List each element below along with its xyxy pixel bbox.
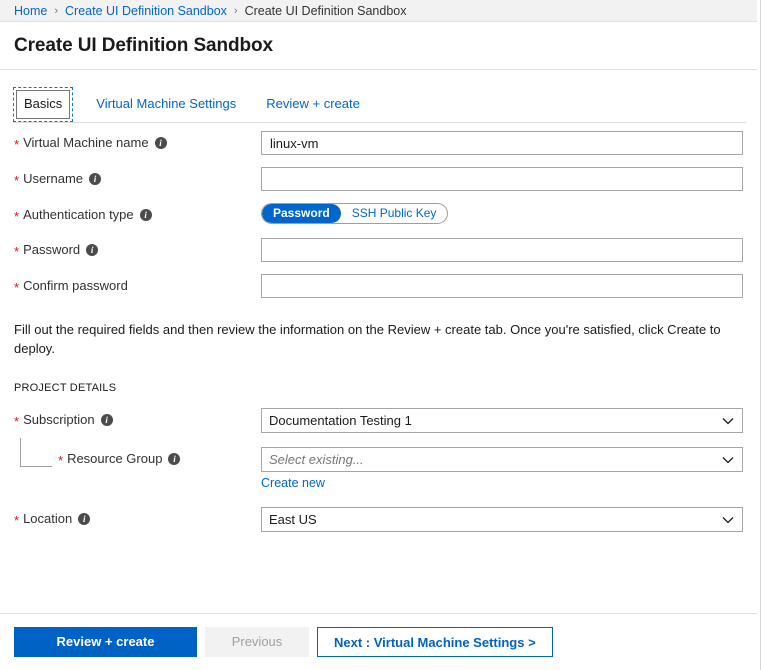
label-subscription: * Subscription i xyxy=(14,408,261,428)
required-asterisk: * xyxy=(14,279,20,295)
required-asterisk: * xyxy=(14,136,20,152)
create-ui-definition-sandbox-page: Home › Create UI Definition Sandbox › Cr… xyxy=(0,0,761,670)
label-username: * Username i xyxy=(14,167,261,187)
label-text: Password xyxy=(23,242,81,257)
info-icon[interactable]: i xyxy=(89,173,102,185)
field-location: East US xyxy=(261,507,743,532)
location-select-wrapper: East US xyxy=(261,507,743,532)
field-row-resource-group: * Resource Group i Select existing... Cr… xyxy=(0,438,757,491)
section-heading-project-details: PROJECT DETAILS xyxy=(14,382,117,394)
required-asterisk: * xyxy=(14,512,20,528)
subscription-select-wrapper: Documentation Testing 1 xyxy=(261,408,743,433)
create-new-resource-group-link[interactable]: Create new xyxy=(261,475,325,491)
auth-option-password[interactable]: Password xyxy=(262,204,341,223)
label-text: Username xyxy=(23,171,84,186)
label-text: Resource Group xyxy=(67,451,163,466)
subscription-select[interactable]: Documentation Testing 1 xyxy=(261,408,743,433)
previous-button: Previous xyxy=(205,627,309,657)
tab-bar: Basics Virtual Machine Settings Review +… xyxy=(0,87,757,123)
breadcrumb-item-home[interactable]: Home xyxy=(14,4,47,18)
page-title: Create UI Definition Sandbox xyxy=(14,34,274,56)
info-icon[interactable]: i xyxy=(100,414,113,426)
form-description: Fill out the required fields and then re… xyxy=(14,322,721,356)
auth-option-ssh-public-key[interactable]: SSH Public Key xyxy=(341,204,448,223)
field-authentication-type: Password SSH Public Key xyxy=(261,203,743,224)
required-asterisk: * xyxy=(14,208,20,224)
field-vm-name xyxy=(261,131,743,155)
breadcrumb-item-current: Create UI Definition Sandbox xyxy=(244,3,407,18)
tab-virtual-machine-settings[interactable]: Virtual Machine Settings xyxy=(88,90,244,119)
password-input[interactable] xyxy=(261,238,743,262)
field-row-subscription: * Subscription i Documentation Testing 1 xyxy=(0,408,757,433)
field-row-username: * Username i xyxy=(0,167,757,191)
tab-review-create[interactable]: Review + create xyxy=(258,90,368,119)
field-row-vm-name: * Virtual Machine name i xyxy=(0,131,757,155)
field-confirm-password xyxy=(261,274,743,298)
location-select[interactable]: East US xyxy=(261,507,743,532)
label-vm-name: * Virtual Machine name i xyxy=(14,131,261,151)
info-icon[interactable]: i xyxy=(168,453,181,465)
field-row-authentication-type: * Authentication type i Password SSH Pub… xyxy=(0,203,757,224)
label-resource-group: * Resource Group i xyxy=(14,447,261,467)
info-icon[interactable]: i xyxy=(86,244,99,256)
required-asterisk: * xyxy=(14,413,20,429)
breadcrumb: Home › Create UI Definition Sandbox › Cr… xyxy=(0,0,757,22)
review-create-button[interactable]: Review + create xyxy=(14,627,197,657)
label-text: Authentication type xyxy=(23,207,134,222)
label-authentication-type: * Authentication type i xyxy=(14,203,261,223)
footer-action-bar: Review + create Previous Next : Virtual … xyxy=(0,614,757,670)
label-text: Location xyxy=(23,511,73,526)
field-resource-group: Select existing... Create new xyxy=(261,447,743,491)
basics-form: * Virtual Machine name i * Username i * xyxy=(0,131,757,544)
resource-group-select-wrapper: Select existing... xyxy=(261,447,743,472)
next-virtual-machine-settings-button[interactable]: Next : Virtual Machine Settings > xyxy=(317,627,553,657)
required-asterisk: * xyxy=(14,172,20,188)
field-subscription: Documentation Testing 1 xyxy=(261,408,743,433)
breadcrumb-separator-icon: › xyxy=(54,4,59,17)
field-username xyxy=(261,167,743,191)
resource-group-select[interactable]: Select existing... xyxy=(261,447,743,472)
label-password: * Password i xyxy=(14,238,261,258)
label-confirm-password: * Confirm password xyxy=(14,274,261,294)
vm-name-input[interactable] xyxy=(261,131,743,155)
tab-basics[interactable]: Basics xyxy=(12,87,74,122)
label-text: Subscription xyxy=(23,412,95,427)
label-location: * Location i xyxy=(14,507,261,527)
required-asterisk: * xyxy=(14,243,20,259)
breadcrumb-item-sandbox[interactable]: Create UI Definition Sandbox xyxy=(65,4,227,18)
breadcrumb-separator-icon: › xyxy=(233,4,238,17)
label-text: Confirm password xyxy=(23,278,128,293)
info-icon[interactable]: i xyxy=(154,137,167,149)
field-row-confirm-password: * Confirm password xyxy=(0,274,757,298)
field-password xyxy=(261,238,743,262)
confirm-password-input[interactable] xyxy=(261,274,743,298)
info-icon[interactable]: i xyxy=(139,209,152,221)
label-text: Virtual Machine name xyxy=(23,135,149,150)
title-bar: Create UI Definition Sandbox xyxy=(0,22,757,70)
info-icon[interactable]: i xyxy=(78,513,91,525)
required-asterisk: * xyxy=(58,452,64,468)
tab-underline xyxy=(13,122,746,123)
field-row-location: * Location i East US xyxy=(0,507,757,532)
authentication-type-toggle: Password SSH Public Key xyxy=(261,203,449,224)
username-input[interactable] xyxy=(261,167,743,191)
field-row-password: * Password i xyxy=(0,238,757,262)
